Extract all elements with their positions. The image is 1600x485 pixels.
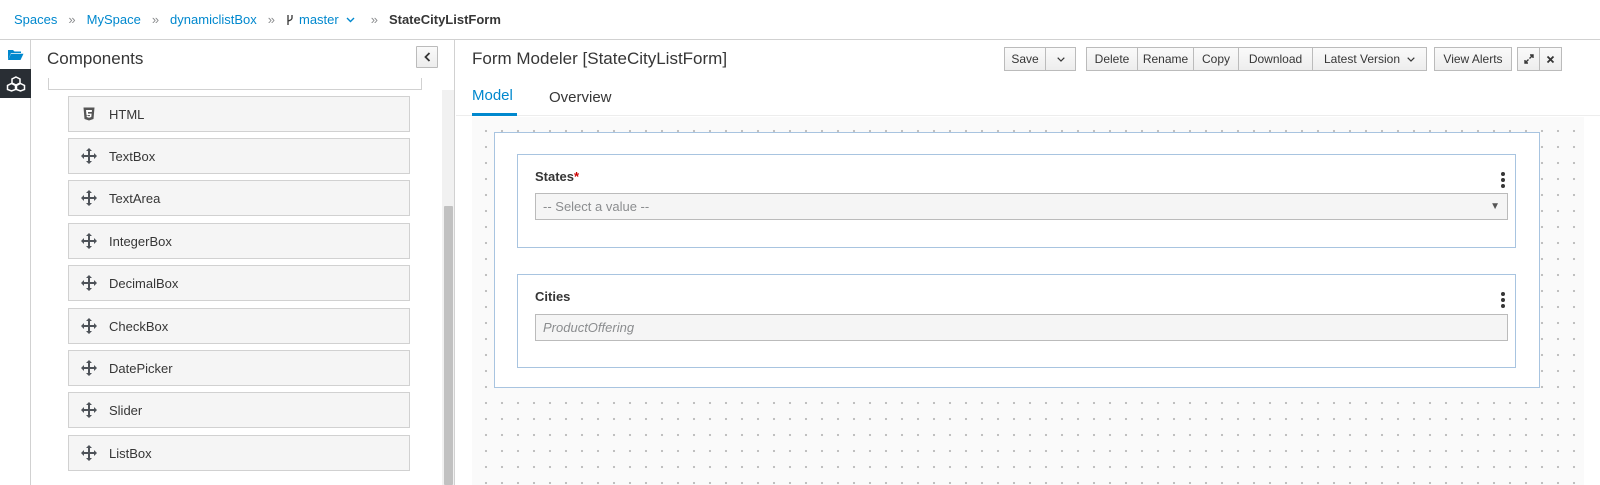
rail-item-components[interactable] (0, 69, 31, 98)
branch-selector[interactable]: master (286, 12, 360, 27)
chevron-down-icon (346, 17, 355, 22)
editor-header: Form Modeler [StateCityListForm] Save De… (456, 40, 1600, 78)
folder-open-icon (8, 50, 24, 60)
component-slider[interactable]: Slider (68, 392, 410, 428)
editor-tabs: Model Overview (456, 78, 1600, 116)
breadcrumb-separator: » (68, 12, 76, 27)
field-options-kebab-icon[interactable] (1501, 172, 1505, 190)
left-rail (0, 40, 31, 485)
close-icon (1546, 55, 1555, 63)
field-label-cities: Cities (535, 289, 571, 304)
tab-model[interactable]: Model (472, 78, 517, 116)
delete-button[interactable]: Delete (1086, 47, 1138, 71)
component-label: TextArea (109, 190, 161, 206)
breadcrumb-project[interactable]: dynamiclistBox (170, 12, 257, 27)
component-label: TextBox (109, 148, 156, 164)
breadcrumb-separator: » (370, 12, 378, 27)
canvas-scrollbar[interactable] (1584, 117, 1600, 485)
cities-input[interactable]: ProductOffering (535, 314, 1508, 341)
component-label: CheckBox (109, 318, 169, 334)
move-icon (69, 190, 109, 206)
file-actions-group: Delete Rename Copy Download Latest Versi… (1086, 47, 1427, 71)
components-panel-header: Components (31, 40, 454, 78)
latest-version-label: Latest Version (1323, 52, 1401, 66)
rail-item-projects[interactable] (0, 40, 31, 69)
chevron-left-icon (423, 52, 430, 62)
form-field-states[interactable]: States* -- Select a value -- ▼ (517, 154, 1516, 248)
component-label: IntegerBox (109, 233, 172, 249)
form-container[interactable]: States* -- Select a value -- ▼ Cities Pr… (494, 132, 1540, 388)
component-label: DatePicker (109, 360, 173, 376)
component-textarea[interactable]: TextArea (68, 180, 410, 216)
save-button[interactable]: Save (1004, 47, 1046, 71)
alerts-group: View Alerts (1434, 47, 1512, 71)
field-options-kebab-icon[interactable] (1501, 292, 1505, 310)
cubes-icon (6, 75, 25, 92)
breadcrumb-separator: » (151, 12, 160, 27)
editor-title: Form Modeler [StateCityListForm] (472, 49, 728, 68)
move-icon (69, 233, 109, 249)
code-branch-icon (287, 14, 293, 25)
move-icon (69, 445, 109, 461)
components-list[interactable]: HTML TextBox TextArea IntegerBox Decimal (31, 78, 455, 485)
breadcrumb: Spaces » MySpace » dynamiclistBox » mast… (0, 0, 1600, 40)
move-icon (69, 402, 109, 418)
expand-icon (1523, 54, 1534, 64)
move-icon (69, 275, 109, 291)
save-dropdown-button[interactable] (1045, 47, 1076, 71)
form-modeler-editor: Form Modeler [StateCityListForm] Save De… (456, 40, 1600, 485)
window-controls (1517, 47, 1562, 71)
component-label: HTML (109, 106, 145, 122)
components-scrollbar-thumb[interactable] (444, 206, 453, 485)
breadcrumb-myspace[interactable]: MySpace (87, 12, 141, 27)
components-panel-title: Components (47, 49, 144, 68)
component-integerbox[interactable]: IntegerBox (68, 223, 410, 259)
chevron-down-icon (1056, 56, 1065, 62)
cities-input-value: ProductOffering (543, 320, 635, 335)
download-button[interactable]: Download (1238, 47, 1313, 71)
component-datepicker[interactable]: DatePicker (68, 350, 410, 386)
required-marker: * (574, 169, 580, 184)
component-label: ListBox (109, 445, 152, 461)
component-label: Slider (109, 402, 143, 418)
caret-down-icon: ▼ (1490, 201, 1500, 212)
branch-label: master (298, 12, 339, 27)
save-group: Save (1004, 47, 1076, 71)
tab-overview[interactable]: Overview (549, 78, 619, 116)
states-select[interactable]: -- Select a value -- ▼ (535, 193, 1508, 220)
latest-version-dropdown[interactable]: Latest Version (1312, 47, 1427, 71)
form-canvas[interactable]: States* -- Select a value -- ▼ Cities Pr… (472, 117, 1584, 485)
view-alerts-button[interactable]: View Alerts (1434, 47, 1512, 71)
breadcrumb-separator: » (267, 12, 275, 27)
component-listbox[interactable]: ListBox (68, 435, 410, 471)
components-panel: Components HTML TextBox TextArea Integer… (31, 40, 455, 485)
html5-icon (69, 107, 109, 121)
form-field-cities[interactable]: Cities ProductOffering (517, 274, 1516, 368)
field-label-states: States* (535, 169, 580, 184)
breadcrumb-spaces[interactable]: Spaces (14, 12, 57, 27)
breadcrumb-current: StateCityListForm (388, 12, 501, 27)
component-label: DecimalBox (109, 275, 179, 291)
copy-button[interactable]: Copy (1193, 47, 1239, 71)
states-select-value: -- Select a value -- (543, 199, 650, 214)
component-textbox[interactable]: TextBox (68, 138, 410, 174)
component-html[interactable]: HTML (68, 96, 410, 132)
component-decimalbox[interactable]: DecimalBox (68, 265, 410, 301)
rename-button[interactable]: Rename (1137, 47, 1194, 71)
close-button[interactable] (1539, 47, 1562, 71)
move-icon (69, 148, 109, 164)
chevron-down-icon (1407, 56, 1415, 62)
components-search-box[interactable] (48, 78, 422, 90)
collapse-panel-button[interactable] (416, 46, 438, 68)
maximize-button[interactable] (1517, 47, 1540, 71)
move-icon (69, 360, 109, 376)
move-icon (69, 318, 109, 334)
component-checkbox[interactable]: CheckBox (68, 308, 410, 344)
